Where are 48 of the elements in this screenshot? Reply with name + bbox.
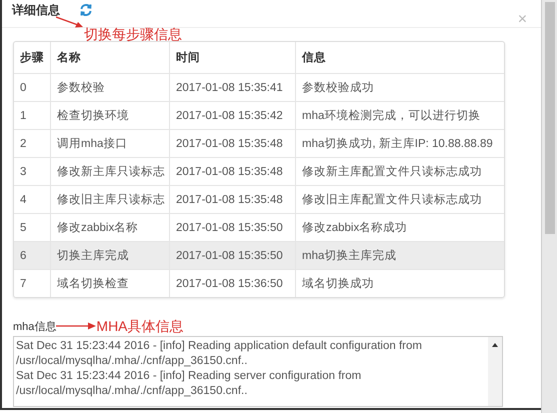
log-line: Sat Dec 31 15:23:44 2016 - [info] Reading server configuration from xyxy=(16,369,362,384)
table-cell: 参数校验 xyxy=(50,74,169,101)
table-cell: 修改旧主库只读标志 xyxy=(50,186,169,213)
column-header: 步骤 xyxy=(19,50,45,66)
table-cell: 2017-01-08 15:35:41 xyxy=(169,74,295,101)
table-cell-text: 1 xyxy=(19,108,28,124)
log-line: /usr/local/mysqlha/.mha/./cnf/app_36150.cnf.. xyxy=(16,384,248,399)
table-cell: 2017-01-08 15:35:42 xyxy=(169,102,295,129)
scrollbar[interactable] xyxy=(488,337,502,406)
log-textarea[interactable] xyxy=(13,336,503,407)
annotation-text: MHA具体信息 xyxy=(96,318,184,334)
table-cell: 修改旧主库配置文件只读标志成功 xyxy=(295,186,504,213)
table-cell: 2017-01-08 15:35:48 xyxy=(169,158,295,185)
table-cell: 修改新主库配置文件只读标志成功 xyxy=(295,158,504,185)
table-cell-text: 5 xyxy=(19,220,28,236)
annotation-arrow xyxy=(56,16,84,28)
column-header: 名称 xyxy=(50,42,169,73)
table-cell-text: 4 xyxy=(19,192,28,208)
table-cell: 修改新主库只读标志 xyxy=(50,158,169,185)
table-cell: 2017-01-08 15:36:50 xyxy=(169,270,295,297)
table-cell-text: 0 xyxy=(19,80,28,96)
table-cell: 域名切换检查 xyxy=(50,270,169,297)
table-cell: mha切换主库完成 xyxy=(295,242,504,269)
table-cell: 切换主库完成 xyxy=(50,242,169,269)
table-cell: 参数校验成功 xyxy=(295,74,504,101)
table-cell: mha切换成功, 新主库IP: 10.88.88.89 xyxy=(295,130,504,157)
table-cell: 2017-01-08 15:35:50 xyxy=(169,242,295,269)
page-scrollbar[interactable] xyxy=(541,0,557,413)
table-cell: 2017-01-08 15:35:48 xyxy=(169,130,295,157)
table-cell: 检查切换环境 xyxy=(50,102,169,129)
table-cell-text: 7 xyxy=(19,276,28,292)
log-line: Sat Dec 31 15:23:44 2016 - [info] Reading application default configuration from xyxy=(16,339,423,354)
table-cell: mha环境检测完成，可以进行切换 xyxy=(295,102,504,129)
log-label: mha信息 xyxy=(13,320,56,334)
table-cell-text: 6 xyxy=(19,248,28,264)
column-header: 信息 xyxy=(295,42,504,73)
close-button[interactable]: × xyxy=(518,12,528,28)
refresh-icon[interactable] xyxy=(79,2,93,16)
log-line: /usr/local/mysqlha/.mha/./cnf/app_36150.cnf.. xyxy=(16,354,248,369)
dialog-title: 详细信息 xyxy=(12,2,60,19)
table-cell-text: 2 xyxy=(19,136,28,152)
table-cell: 域名切换成功 xyxy=(295,270,504,297)
annotation-text: 切换每步骤信息 xyxy=(84,26,182,42)
table-cell: 调用mha接口 xyxy=(50,130,169,157)
annotation-arrow xyxy=(56,322,96,330)
column-header: 时间 xyxy=(169,42,295,73)
table-cell-text: 3 xyxy=(19,164,28,180)
table-cell: 2017-01-08 15:35:48 xyxy=(169,186,295,213)
